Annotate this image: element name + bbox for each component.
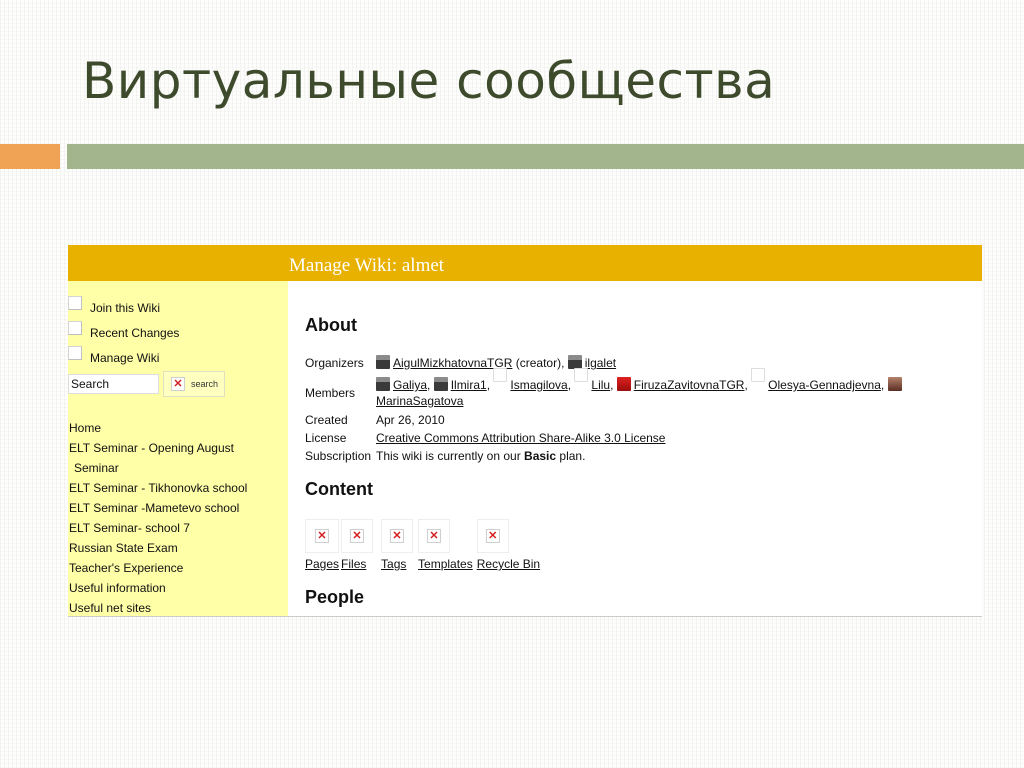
pages-icon: ✕ (305, 519, 339, 553)
avatar-icon (567, 355, 582, 369)
broken-image-icon: ✕ (390, 529, 405, 543)
nav-item-tikhonovka[interactable]: ELT Seminar - Tikhonovka school (69, 478, 284, 498)
search-input[interactable] (68, 374, 159, 394)
content-heading: Content (305, 479, 373, 499)
wiki-sidebar: Join this Wiki Recent Changes Manage Wik… (68, 281, 288, 616)
organizers-row: Organizers AigulMizkhatovnaTGR (creator)… (305, 355, 975, 375)
manage-wiki-link[interactable]: Manage Wiki (68, 345, 179, 370)
recent-changes-link[interactable]: Recent Changes (68, 320, 179, 345)
files-label: Files (341, 557, 367, 571)
avatar-icon (887, 377, 902, 391)
people-heading: People (305, 587, 365, 607)
member-link[interactable]: MarinaSagatova (376, 394, 463, 408)
subscription-value: This wiki is currently on our Basic plan… (376, 448, 975, 464)
broken-image-icon: ✕ (427, 529, 442, 543)
nav-item-mametevo[interactable]: ELT Seminar -Mametevo school (69, 498, 284, 518)
manage-icon (68, 345, 82, 360)
recent-changes-label: Recent Changes (90, 325, 180, 340)
nav-item-home[interactable]: Home (69, 418, 284, 438)
avatar-icon (376, 377, 390, 391)
wiki-header: Manage Wiki: almet (68, 245, 982, 281)
avatar-icon (376, 355, 390, 369)
avatar-icon (433, 377, 448, 391)
broken-image-icon: ✕ (315, 529, 329, 543)
created-label: Created (305, 413, 348, 427)
member-link[interactable]: Lilu (591, 378, 610, 392)
organizers-label: Organizers (305, 356, 364, 370)
avatar-icon (493, 368, 508, 382)
created-value: Apr 26, 2010 (376, 413, 445, 427)
recycle-bin-label: Recycle Bin (476, 557, 541, 571)
slide-title: Виртуальные сообщества (82, 52, 776, 110)
member-link[interactable]: Galiya (393, 378, 427, 392)
member-link[interactable]: Olesya-Gennadjevna (768, 378, 881, 392)
creator-note: (creator), (512, 356, 568, 370)
nav-item-seminar[interactable]: Seminar (69, 458, 284, 478)
nav-item-elt-opening[interactable]: ELT Seminar - Opening August (69, 438, 284, 458)
member-link[interactable]: Ismagilova (510, 378, 567, 392)
search-button[interactable]: ✕ search (163, 371, 225, 397)
join-icon (68, 295, 82, 310)
wiki-screenshot: Manage Wiki: almet Join this Wiki Recent… (68, 245, 982, 617)
subscription-plan: Basic (524, 449, 557, 463)
subscription-row: Subscription This wiki is currently on o… (305, 448, 975, 464)
nav-item-teachers-experience[interactable]: Teacher's Experience (69, 558, 284, 578)
content-links: ✕ Pages ✕ Files ✕ Tags ✕ Templates ✕ Rec… (305, 519, 542, 571)
members-label: Members (305, 386, 356, 400)
files-icon: ✕ (341, 519, 374, 553)
avatar-icon (751, 368, 766, 382)
organizer-link[interactable]: ilgalet (585, 356, 616, 370)
join-wiki-link[interactable]: Join this Wiki (68, 295, 179, 320)
license-row: License Creative Commons Attribution Sha… (305, 430, 975, 446)
members-value: Galiya, Ilmira1, Ismagilova, Lilu, Firuz… (376, 368, 975, 410)
member-link[interactable]: Ilmira1 (451, 378, 487, 392)
created-row: Created Apr 26, 2010 (305, 412, 975, 428)
tags-icon: ✕ (381, 519, 414, 553)
broken-image-icon: ✕ (485, 529, 500, 543)
recent-changes-icon (68, 320, 82, 335)
templates-label: Templates (418, 557, 473, 571)
license-link[interactable]: Creative Commons Attribution Share-Alike… (376, 431, 665, 445)
orange-accent-bar (0, 144, 60, 169)
avatar-icon (574, 368, 589, 382)
broken-image-icon: ✕ (350, 529, 365, 543)
join-wiki-label: Join this Wiki (90, 300, 161, 315)
organizers-value: AigulMizkhatovnaTGR (creator), ilgalet (376, 355, 975, 375)
search-button-label: search (191, 379, 219, 389)
recycle-bin-link[interactable]: ✕ Recycle Bin (476, 519, 541, 571)
sidebar-action-links: Join this Wiki Recent Changes Manage Wik… (68, 295, 179, 370)
sidebar-nav: Home ELT Seminar - Opening August Semina… (69, 418, 284, 618)
license-label: License (305, 431, 347, 445)
search-row: ✕ search (68, 371, 225, 397)
nav-item-school-7[interactable]: ELT Seminar- school 7 (69, 518, 284, 538)
recycle-bin-icon: ✕ (476, 519, 509, 553)
green-accent-bar (67, 144, 1024, 169)
tags-link[interactable]: ✕ Tags (381, 519, 414, 571)
files-link[interactable]: ✕ Files (341, 519, 374, 571)
tags-label: Tags (381, 557, 407, 571)
nav-item-russian-state-exam[interactable]: Russian State Exam (69, 538, 284, 558)
subscription-suffix: plan. (556, 449, 586, 463)
nav-item-useful-net-sites[interactable]: Useful net sites (69, 598, 284, 618)
broken-image-icon: ✕ (171, 377, 185, 391)
about-info: Organizers AigulMizkhatovnaTGR (creator)… (305, 355, 975, 466)
about-heading: About (305, 315, 357, 335)
avatar-icon (616, 377, 631, 391)
subscription-label: Subscription (305, 449, 372, 463)
templates-link[interactable]: ✕ Templates (418, 519, 473, 571)
manage-wiki-label: Manage Wiki (90, 350, 160, 365)
pages-label: Pages (305, 557, 340, 571)
pages-link[interactable]: ✕ Pages (305, 519, 339, 571)
members-row: Members Galiya, Ilmira1, Ismagilova, Lil… (305, 368, 975, 410)
nav-item-useful-information[interactable]: Useful information (69, 578, 284, 598)
member-link[interactable]: FiruzaZavitovnaTGR (634, 378, 745, 392)
templates-icon: ✕ (418, 519, 451, 553)
subscription-text: This wiki is currently on our (376, 449, 525, 463)
